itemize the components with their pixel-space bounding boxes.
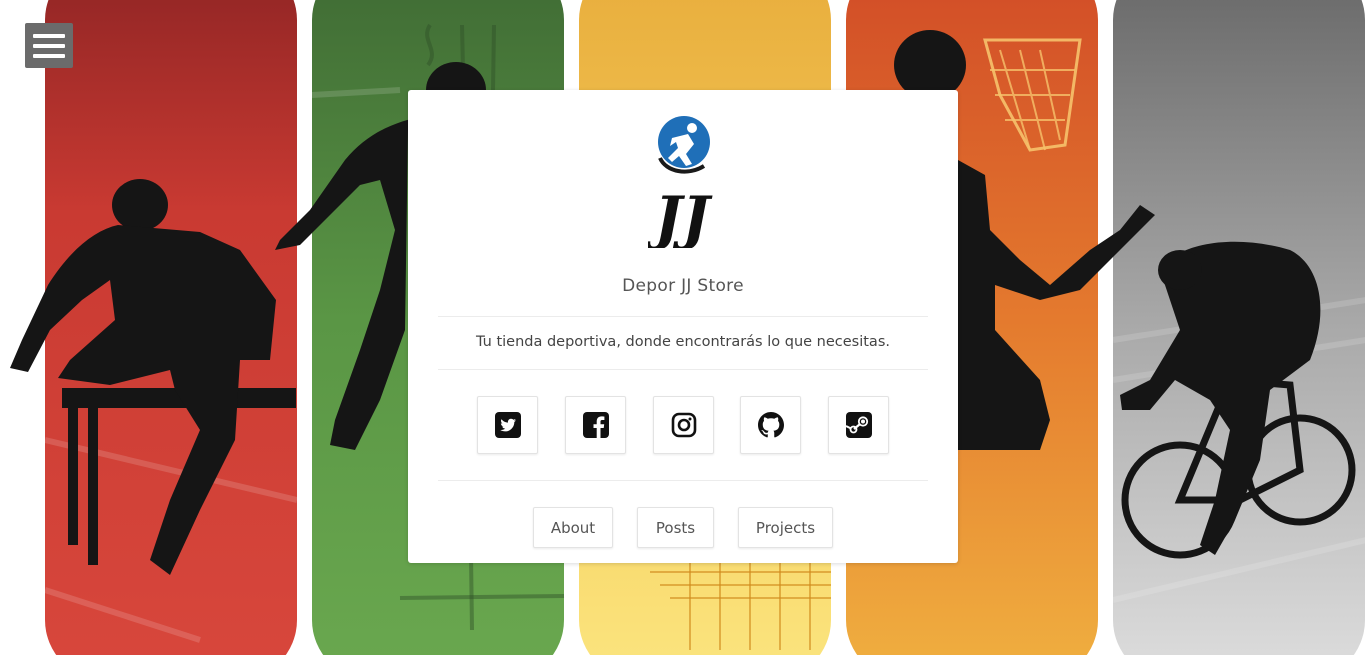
nav-links: About Posts Projects bbox=[408, 507, 958, 548]
projects-button[interactable]: Projects bbox=[738, 507, 833, 548]
steam-icon bbox=[845, 412, 872, 438]
divider bbox=[438, 316, 928, 317]
brand-name: Depor JJ Store bbox=[622, 276, 744, 296]
tagline: Tu tienda deportiva, donde encontrarás l… bbox=[476, 334, 890, 350]
social-links bbox=[408, 396, 958, 454]
instagram-icon bbox=[671, 412, 696, 438]
twitter-icon bbox=[494, 412, 521, 438]
twitter-button[interactable] bbox=[477, 396, 538, 454]
runner-logo-icon: JJ bbox=[648, 116, 713, 248]
hamburger-icon-bar bbox=[33, 43, 65, 48]
github-icon bbox=[757, 412, 784, 438]
profile-card: JJ Depor JJ Store Tu tienda deportiva, d… bbox=[408, 90, 958, 563]
steam-button[interactable] bbox=[828, 396, 889, 454]
instagram-button[interactable] bbox=[653, 396, 714, 454]
facebook-button[interactable] bbox=[565, 396, 626, 454]
page: JJ Depor JJ Store Tu tienda deportiva, d… bbox=[0, 0, 1366, 655]
hamburger-icon bbox=[33, 33, 65, 38]
posts-button[interactable]: Posts bbox=[637, 507, 714, 548]
hamburger-icon-bar bbox=[33, 53, 65, 58]
divider bbox=[438, 480, 928, 481]
hamburger-menu-button[interactable] bbox=[25, 23, 73, 68]
about-button[interactable]: About bbox=[533, 507, 613, 548]
logo-text: JJ bbox=[648, 184, 713, 248]
facebook-icon bbox=[582, 412, 609, 438]
divider bbox=[438, 369, 928, 370]
github-button[interactable] bbox=[740, 396, 801, 454]
